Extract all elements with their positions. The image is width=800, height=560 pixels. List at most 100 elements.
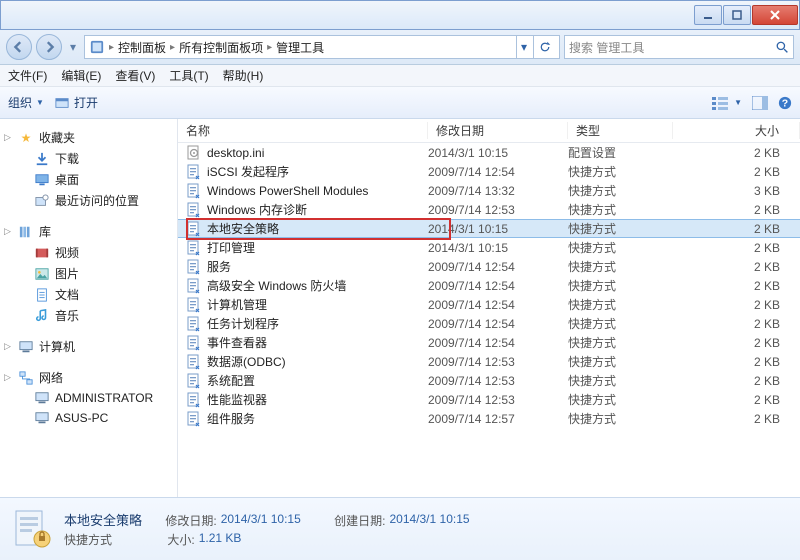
sidebar-item-documents[interactable]: 文档 (0, 284, 177, 305)
sidebar: ▷★收藏夹 下载 桌面 最近访问的位置 ▷库 视频 图片 文档 音乐 ▷计算机 … (0, 119, 178, 497)
sidebar-item-music[interactable]: 音乐 (0, 305, 177, 326)
minimize-button[interactable] (694, 5, 722, 25)
menu-edit[interactable]: 编辑(E) (61, 67, 101, 84)
table-row[interactable]: desktop.ini2014/3/1 10:15配置设置2 KB (178, 143, 800, 162)
desktop-icon (34, 172, 50, 188)
cell-name: 事件查看器 (186, 334, 428, 351)
computer-icon (18, 339, 34, 355)
table-row[interactable]: 计算机管理2009/7/14 12:54快捷方式2 KB (178, 295, 800, 314)
menu-tools[interactable]: 工具(T) (169, 67, 208, 84)
sidebar-libraries-head[interactable]: ▷库 (0, 221, 177, 242)
search-input[interactable]: 搜索 管理工具 (564, 35, 794, 59)
breadcrumb[interactable]: ▸ 控制面板▸ 所有控制面板项▸ 管理工具 ▾ (84, 35, 560, 59)
sidebar-item-network-pc[interactable]: ADMINISTRATOR (0, 388, 177, 408)
sidebar-item-downloads[interactable]: 下载 (0, 148, 177, 169)
table-row[interactable]: 事件查看器2009/7/14 12:54快捷方式2 KB (178, 333, 800, 352)
table-row[interactable]: 组件服务2009/7/14 12:57快捷方式2 KB (178, 409, 800, 428)
network-icon (18, 370, 34, 386)
preview-pane-button[interactable] (752, 96, 768, 110)
cell-type: 快捷方式 (568, 296, 673, 313)
close-button[interactable] (752, 5, 798, 25)
table-row[interactable]: 数据源(ODBC)2009/7/14 12:53快捷方式2 KB (178, 352, 800, 371)
cell-name: 性能监视器 (186, 391, 428, 408)
maximize-button[interactable] (723, 5, 751, 25)
menu-file[interactable]: 文件(F) (8, 67, 47, 84)
table-row[interactable]: 服务2009/7/14 12:54快捷方式2 KB (178, 257, 800, 276)
sidebar-item-videos[interactable]: 视频 (0, 242, 177, 263)
table-row[interactable]: 本地安全策略2014/3/1 10:15快捷方式2 KB (178, 219, 800, 238)
expander-icon[interactable]: ▷ (4, 226, 11, 237)
details-size-value: 1.21 KB (199, 531, 242, 548)
file-icon (186, 335, 202, 351)
file-icon (186, 373, 202, 389)
sidebar-favorites-head[interactable]: ▷★收藏夹 (0, 127, 177, 148)
main-area: ▷★收藏夹 下载 桌面 最近访问的位置 ▷库 视频 图片 文档 音乐 ▷计算机 … (0, 119, 800, 497)
table-row[interactable]: 性能监视器2009/7/14 12:53快捷方式2 KB (178, 390, 800, 409)
cell-date: 2014/3/1 10:15 (428, 222, 568, 236)
recent-dropdown[interactable]: ▾ (66, 36, 80, 58)
file-list[interactable]: desktop.ini2014/3/1 10:15配置设置2 KBiSCSI 发… (178, 143, 800, 497)
cell-name: Windows 内存诊断 (186, 201, 428, 218)
cell-type: 快捷方式 (568, 277, 673, 294)
sidebar-item-label: 桌面 (55, 171, 79, 188)
table-row[interactable]: Windows PowerShell Modules2009/7/14 13:3… (178, 181, 800, 200)
help-button[interactable]: ? (778, 96, 792, 110)
chevron-right-icon[interactable]: ▸ (168, 42, 177, 53)
table-row[interactable]: iSCSI 发起程序2009/7/14 12:54快捷方式2 KB (178, 162, 800, 181)
back-button[interactable] (6, 34, 32, 60)
expander-icon[interactable]: ▷ (4, 372, 11, 383)
breadcrumb-seg[interactable]: 控制面板▸ (118, 39, 177, 56)
file-pane: 名称 修改日期 类型 大小 desktop.ini2014/3/1 10:15配… (178, 119, 800, 497)
view-mode-button[interactable]: ▼ (712, 96, 742, 110)
column-header-size[interactable]: 大小 (673, 122, 800, 139)
cell-size: 2 KB (673, 393, 800, 407)
table-row[interactable]: 高级安全 Windows 防火墙2009/7/14 12:54快捷方式2 KB (178, 276, 800, 295)
menu-view[interactable]: 查看(V) (115, 67, 155, 84)
details-create-value: 2014/3/1 10:15 (389, 512, 469, 529)
sidebar-item-pictures[interactable]: 图片 (0, 263, 177, 284)
open-label: 打开 (74, 94, 98, 111)
file-icon (186, 221, 202, 237)
sidebar-favorites: ▷★收藏夹 下载 桌面 最近访问的位置 (0, 127, 177, 211)
breadcrumb-seg[interactable]: 管理工具 (276, 39, 324, 56)
file-name: 计算机管理 (207, 296, 267, 313)
cell-size: 2 KB (673, 146, 800, 160)
organize-button[interactable]: 组织▼ (8, 94, 44, 111)
cell-type: 快捷方式 (568, 201, 673, 218)
cell-size: 2 KB (673, 336, 800, 350)
sidebar-item-network-pc[interactable]: ASUS-PC (0, 408, 177, 428)
column-header-type[interactable]: 类型 (568, 122, 673, 139)
cell-date: 2009/7/14 12:53 (428, 355, 568, 369)
column-header-date[interactable]: 修改日期 (428, 122, 568, 139)
table-row[interactable]: 系统配置2009/7/14 12:53快捷方式2 KB (178, 371, 800, 390)
expander-icon[interactable]: ▷ (4, 341, 11, 352)
chevron-right-icon[interactable]: ▸ (107, 42, 116, 53)
chevron-right-icon[interactable]: ▸ (265, 42, 274, 53)
sidebar-item-desktop[interactable]: 桌面 (0, 169, 177, 190)
svg-text:?: ? (782, 97, 788, 109)
address-bar: ▾ ▸ 控制面板▸ 所有控制面板项▸ 管理工具 ▾ 搜索 管理工具 (0, 30, 800, 65)
file-name: 服务 (207, 258, 231, 275)
sidebar-computer-head[interactable]: ▷计算机 (0, 336, 177, 357)
sidebar-item-label: ASUS-PC (55, 411, 108, 425)
refresh-button[interactable] (533, 36, 555, 58)
cell-date: 2009/7/14 12:54 (428, 279, 568, 293)
column-header-name[interactable]: 名称 (178, 122, 428, 139)
search-placeholder: 搜索 管理工具 (569, 39, 644, 56)
sidebar-item-recent[interactable]: 最近访问的位置 (0, 190, 177, 211)
table-row[interactable]: 打印管理2014/3/1 10:15快捷方式2 KB (178, 238, 800, 257)
breadcrumb-seg[interactable]: 所有控制面板项▸ (179, 39, 274, 56)
table-row[interactable]: Windows 内存诊断2009/7/14 12:53快捷方式2 KB (178, 200, 800, 219)
forward-button[interactable] (36, 34, 62, 60)
file-name: 数据源(ODBC) (207, 353, 286, 370)
sidebar-network-head[interactable]: ▷网络 (0, 367, 177, 388)
table-row[interactable]: 任务计划程序2009/7/14 12:54快捷方式2 KB (178, 314, 800, 333)
cell-type: 快捷方式 (568, 372, 673, 389)
cell-name: 任务计划程序 (186, 315, 428, 332)
expander-icon[interactable]: ▷ (4, 132, 11, 143)
file-name: 任务计划程序 (207, 315, 279, 332)
menu-help[interactable]: 帮助(H) (223, 67, 264, 84)
breadcrumb-label: 管理工具 (276, 39, 324, 56)
dropdown-toggle[interactable]: ▾ (516, 36, 531, 58)
open-button[interactable]: 打开 (54, 94, 98, 111)
